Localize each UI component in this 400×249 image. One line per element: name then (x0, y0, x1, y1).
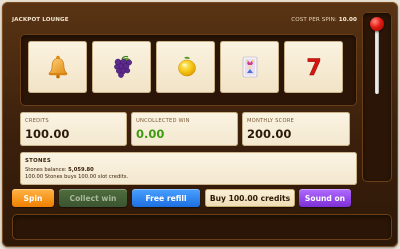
stones-title: STONES (25, 158, 52, 164)
grapes-icon (113, 55, 132, 78)
buy-credits-button[interactable]: Buy 100.00 credits (205, 189, 295, 207)
spin-button[interactable]: Spin (12, 189, 54, 207)
cost-per-spin-label: COST PER SPIN: (291, 17, 337, 23)
action-buttons: Spin Collect win Free refill Buy 100.00 … (10, 189, 355, 207)
stones-balance-value: 5,059.80 (68, 167, 94, 173)
bell-icon (47, 55, 68, 79)
sound-toggle-button[interactable]: Sound on (299, 189, 351, 207)
seven-symbol: 7 (306, 56, 321, 80)
machine-title: JACKPOT LOUNGE (12, 17, 69, 23)
stones-balance-label: Stones balance: (25, 167, 67, 173)
machine-header: JACKPOT LOUNGE COST PER SPIN: 10.00 (12, 12, 357, 28)
credits-label: CREDITS (25, 118, 49, 124)
uncollected-win-panel: UNCOLLECTED WIN 0.00 (131, 112, 238, 146)
reel-4 (220, 41, 279, 93)
machine-main-panel: JACKPOT LOUNGE COST PER SPIN: 10.00 7 CR… (10, 12, 357, 185)
cost-per-spin-value: 10.00 (338, 17, 357, 23)
joker-card-icon (242, 56, 257, 78)
credits-value: 100.00 (25, 127, 70, 141)
slot-machine-cabinet: JACKPOT LOUNGE COST PER SPIN: 10.00 7 CR… (2, 2, 398, 247)
uncollected-win-value: 0.00 (136, 127, 165, 141)
lever-panel (362, 12, 392, 182)
reels-frame: 7 (20, 34, 357, 106)
monthly-score-panel: MONTHLY SCORE 200.00 (242, 112, 350, 146)
reel-3 (156, 41, 215, 93)
lever-shaft[interactable] (375, 30, 379, 94)
seven-icon: 7 (306, 56, 322, 80)
monthly-score-value: 200.00 (247, 127, 292, 141)
reel-1 (28, 41, 87, 93)
cost-per-spin: COST PER SPIN: 10.00 (291, 17, 357, 23)
stones-panel: STONES Stones balance: 5,059.80 100.00 S… (20, 152, 357, 185)
lemon-icon (177, 56, 196, 77)
monthly-score-label: MONTHLY SCORE (247, 118, 295, 124)
stones-balance: Stones balance: 5,059.80 (25, 167, 352, 173)
stones-rate-text: 100.00 Stones buys 100.00 slot credits. (25, 174, 129, 180)
reel-2 (92, 41, 151, 93)
reel-5: 7 (284, 41, 343, 93)
free-refill-button[interactable]: Free refill (132, 189, 200, 207)
credits-panel: CREDITS 100.00 (20, 112, 127, 146)
collect-win-button[interactable]: Collect win (59, 189, 127, 207)
message-bar (12, 214, 392, 240)
uncollected-win-label: UNCOLLECTED WIN (136, 118, 190, 124)
lever-knob[interactable] (370, 17, 384, 31)
